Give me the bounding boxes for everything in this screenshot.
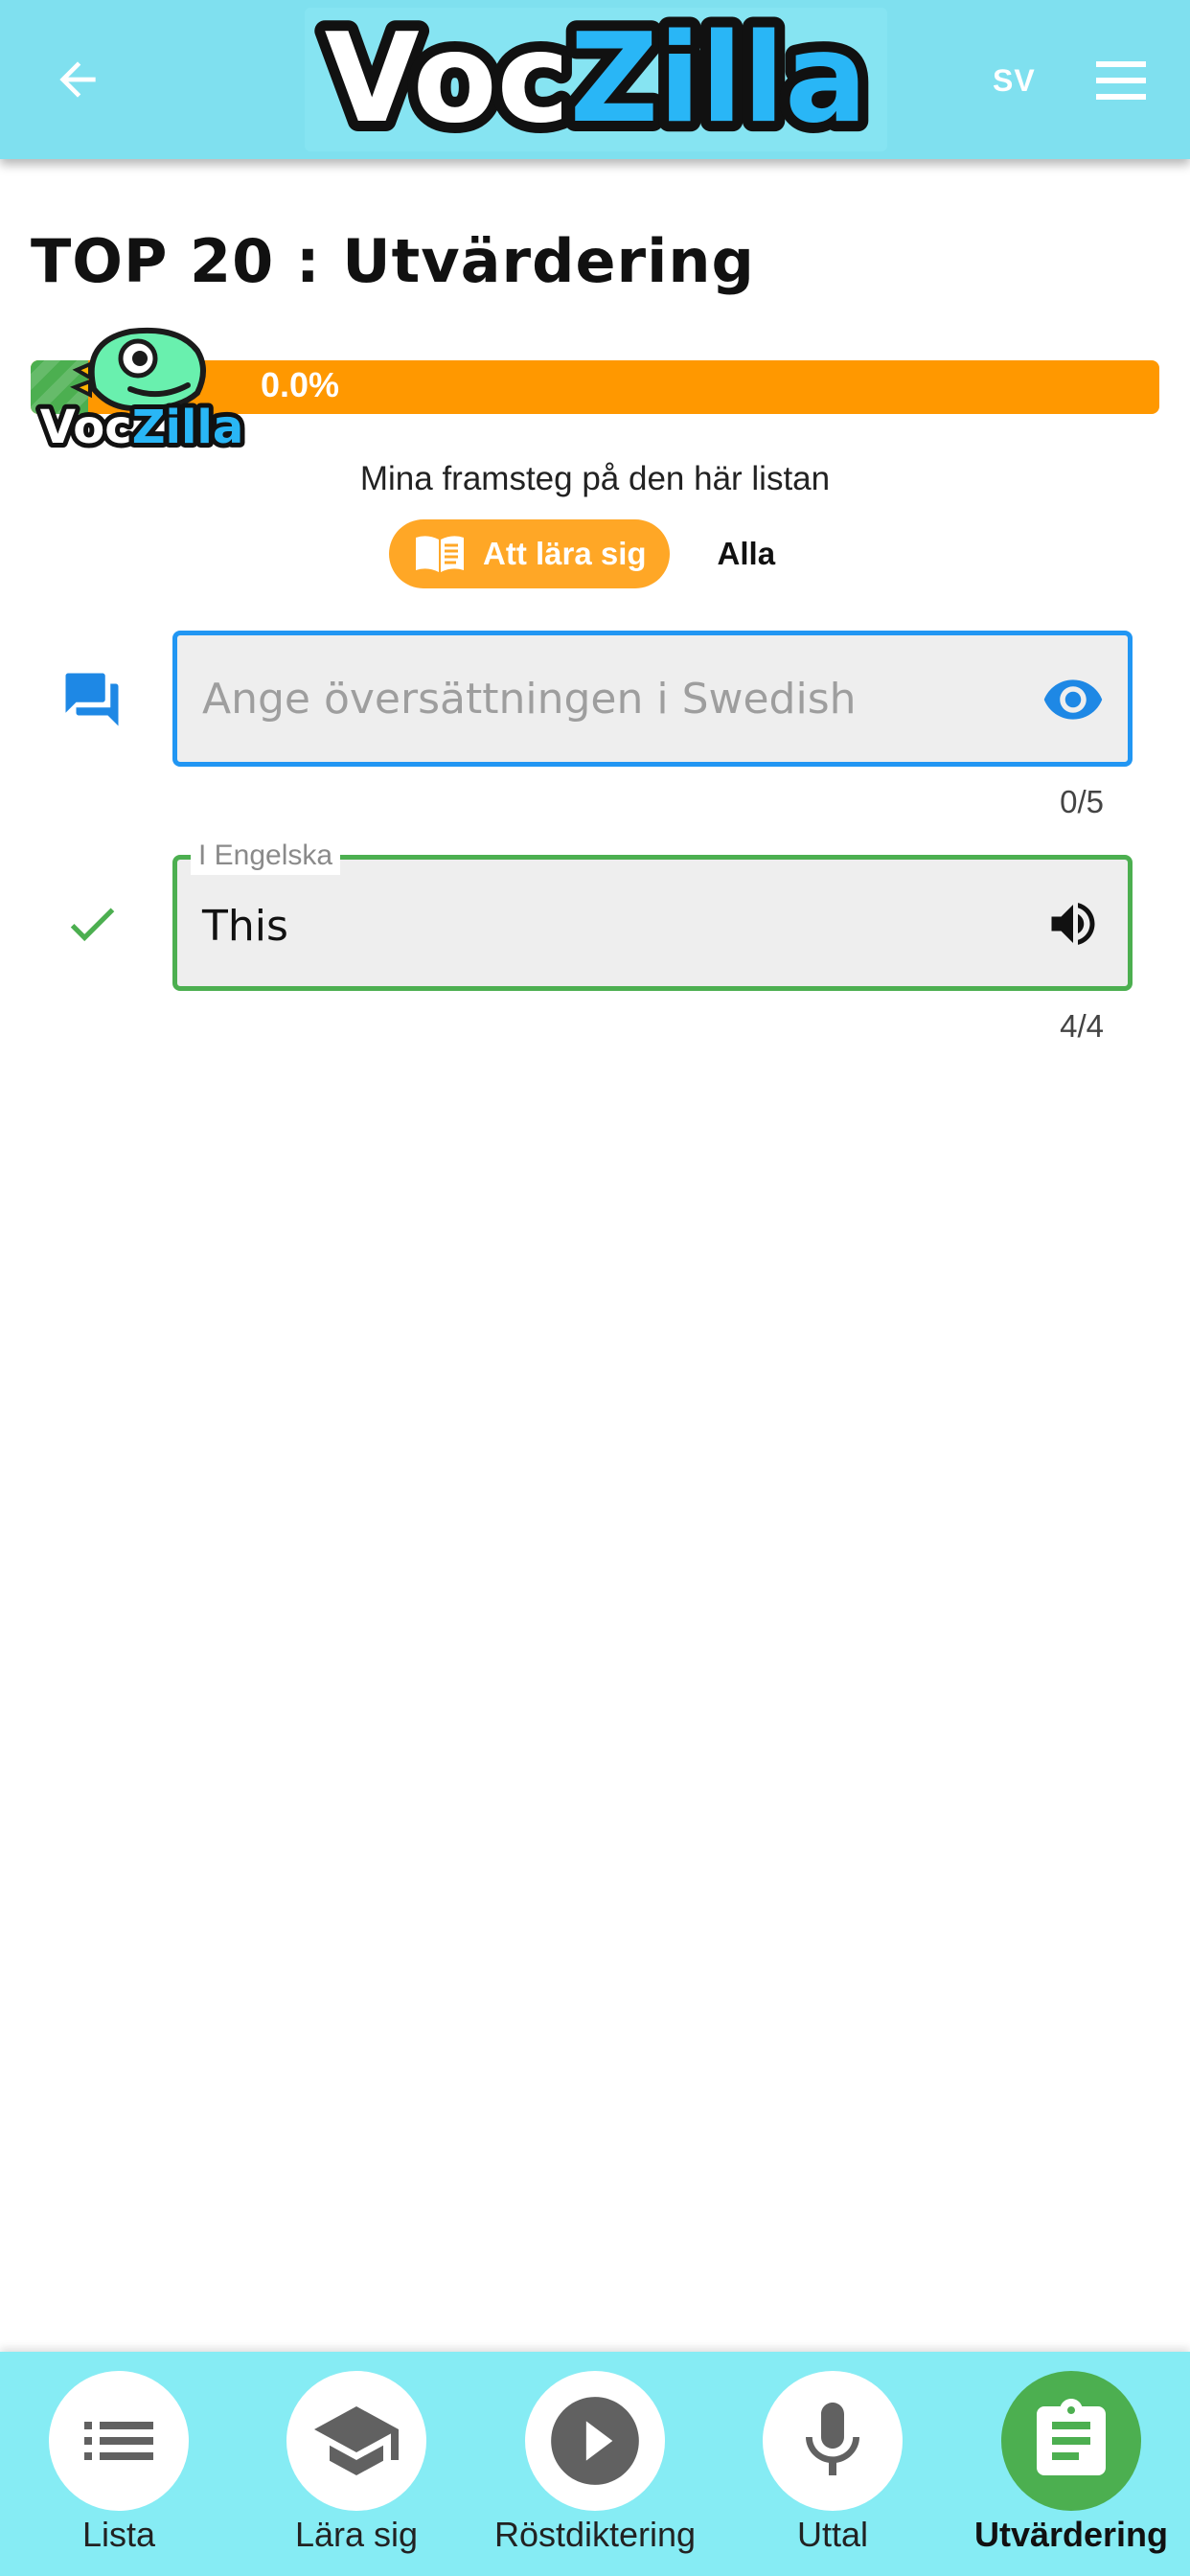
nav-label: Utvärdering (973, 2515, 1169, 2554)
nav-item-uttal[interactable]: Uttal (714, 2371, 951, 2572)
source-language-label: I Engelska (191, 837, 341, 875)
source-word-field: I Engelska This (172, 837, 1133, 991)
answer-field (172, 631, 1133, 767)
bottom-navigation: Lista Lära sig Röstdiktering Uttal Utvär… (0, 2352, 1190, 2576)
reveal-answer-button[interactable] (1041, 668, 1105, 731)
eye-icon (1043, 679, 1103, 720)
nav-label: Uttal (796, 2515, 869, 2554)
speaker-icon (1051, 903, 1095, 945)
voczilla-mascot-icon: VocZilla VocZilla (35, 327, 248, 450)
nav-item-utvardering[interactable]: Utvärdering (952, 2371, 1190, 2572)
arrow-back-icon (59, 61, 96, 98)
nav-icon-circle-active (1001, 2371, 1141, 2511)
answer-input[interactable] (202, 635, 988, 762)
source-counter: 4/4 (1060, 1008, 1104, 1044)
chat-bubbles-icon (54, 661, 130, 738)
nav-label: Lista (81, 2515, 156, 2554)
nav-item-lara-sig[interactable]: Lära sig (238, 2371, 475, 2572)
hamburger-menu-icon (1096, 61, 1146, 100)
nav-label: Lära sig (294, 2515, 419, 2554)
graduation-cap-icon (314, 2406, 399, 2475)
nav-icon-circle (525, 2371, 665, 2511)
play-pronunciation-button[interactable] (1041, 892, 1105, 955)
clipboard-icon (1037, 2399, 1106, 2475)
nav-label: Röstdiktering (493, 2515, 697, 2554)
open-book-icon (416, 536, 464, 572)
page-title: TOP 20 : Utvärdering (31, 226, 755, 296)
logo-text: VocZilla (325, 8, 868, 150)
progress-caption: Mina framsteg på den här listan (359, 460, 831, 497)
list-icon (84, 2422, 153, 2460)
filter-toggle: Att lära sig Alla (389, 519, 775, 588)
language-selector[interactable]: SV (993, 63, 1036, 99)
filter-to-learn-label: Att lära sig (483, 536, 647, 571)
back-button[interactable] (46, 48, 109, 111)
nav-icon-circle (49, 2371, 189, 2511)
svg-text:VocZilla: VocZilla (40, 401, 244, 450)
filter-to-learn-button[interactable]: Att lära sig (389, 519, 670, 588)
filter-all-button[interactable]: Alla (718, 536, 776, 572)
nav-item-lista[interactable]: Lista (0, 2371, 238, 2572)
progress-value: 0.0% (261, 365, 340, 404)
nav-icon-circle (763, 2371, 903, 2511)
check-icon (54, 886, 130, 962)
nav-item-rostdiktering[interactable]: Röstdiktering (476, 2371, 714, 2572)
answer-counter: 0/5 (1060, 784, 1104, 819)
nav-icon-circle (286, 2371, 426, 2511)
voczilla-logo: VocZilla VocZilla (305, 8, 887, 151)
source-word-value: This (202, 902, 288, 951)
app-header: VocZilla VocZilla SV (0, 0, 1190, 159)
microphone-icon (806, 2403, 859, 2475)
app-screen: VocZilla VocZilla SV TOP 20 : Utvärderin… (0, 0, 1190, 2576)
play-icon (551, 2397, 639, 2485)
menu-button[interactable] (1092, 56, 1150, 105)
